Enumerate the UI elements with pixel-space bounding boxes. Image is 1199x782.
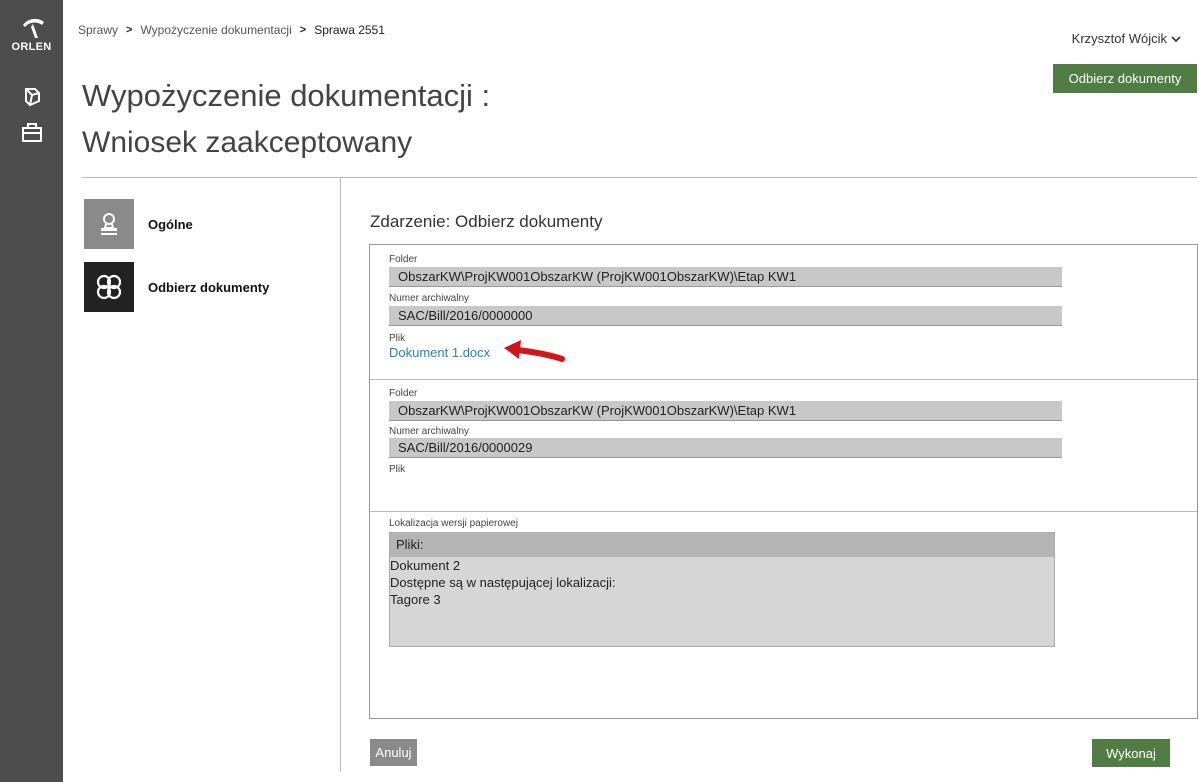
red-arrow-annotation-icon [504, 340, 565, 362]
execute-button[interactable]: Wykonaj [1092, 739, 1170, 767]
file-link[interactable]: Dokument 1.docx [389, 345, 490, 360]
event-form-panel: Folder ObszarKW\ProjKW001ObszarKW (ProjK… [369, 244, 1198, 719]
cancel-button[interactable]: Anuluj [370, 739, 417, 766]
folder-label: Folder [389, 254, 418, 265]
chevron-right-icon: > [299, 24, 307, 36]
chevron-down-icon [1171, 36, 1181, 43]
breadcrumb: Sprawy > Wypożyczenie dokumentacji > Spr… [78, 23, 385, 37]
archive-number-field: SAC/Bill/2016/0000000 [389, 306, 1062, 326]
page-title: Wypożyczenie dokumentacji : [82, 78, 491, 113]
file-label: Plik [389, 464, 406, 475]
folder-label: Folder [389, 388, 418, 399]
user-menu[interactable]: Krzysztof Wójcik [1072, 31, 1181, 46]
breadcrumb-item-sprawy[interactable]: Sprawy [78, 23, 118, 37]
stamp-icon [84, 199, 134, 249]
text-line: Tagore 3 [390, 592, 441, 607]
step-label: Ogólne [148, 216, 193, 232]
orlen-eagle-icon [23, 18, 44, 38]
side-rail: ORLEN [0, 0, 63, 782]
file-label: Plik [389, 333, 406, 344]
documents-nav-icon[interactable] [19, 84, 45, 110]
flower-icon [84, 262, 134, 312]
user-name: Krzysztof Wójcik [1071, 31, 1167, 46]
document-section: Folder ObszarKW\ProjKW001ObszarKW (ProjK… [370, 380, 1197, 512]
paper-location-section: Lokalizacja wersji papierowej Pliki: Dok… [370, 512, 1197, 718]
archive-number-label: Numer archiwalny [389, 426, 470, 437]
step-general[interactable]: Ogólne [84, 199, 193, 249]
archive-number-label: Numer archiwalny [389, 293, 470, 304]
step-pickup-documents[interactable]: Odbierz dokumenty [84, 262, 269, 312]
archive-number-field: SAC/Bill/2016/0000029 [389, 438, 1062, 458]
document-section: Folder ObszarKW\ProjKW001ObszarKW (ProjK… [370, 245, 1197, 380]
pickup-documents-button[interactable]: Odbierz dokumenty [1053, 64, 1197, 93]
steps-divider [340, 178, 341, 772]
paper-location-textarea[interactable]: Pliki: Dokument 2 Dostępne są w następuj… [389, 532, 1055, 647]
brand-name: ORLEN [11, 41, 52, 53]
orlen-logo[interactable]: ORLEN [0, 14, 63, 66]
files-heading: Pliki: [390, 533, 1054, 557]
folder-field: ObszarKW\ProjKW001ObszarKW (ProjKW001Obs… [389, 401, 1062, 421]
header-divider [82, 177, 1197, 178]
page-subtitle: Wniosek zaakceptowany [82, 126, 413, 159]
paper-location-label: Lokalizacja wersji papierowej [389, 518, 518, 529]
step-label: Odbierz dokumenty [148, 279, 270, 295]
text-line: Dokument 2 [390, 558, 461, 573]
breadcrumb-current: Sprawa 2551 [314, 23, 385, 37]
briefcase-icon[interactable] [19, 120, 45, 146]
chevron-right-icon: > [126, 24, 133, 36]
breadcrumb-item-wypozyczenie[interactable]: Wypożyczenie dokumentacji [140, 23, 291, 37]
folder-field: ObszarKW\ProjKW001ObszarKW (ProjKW001Obs… [389, 267, 1062, 287]
event-title: Zdarzenie: Odbierz dokumenty [370, 212, 603, 231]
text-line: Dostępne są w następującej lokalizacji: [390, 575, 616, 590]
